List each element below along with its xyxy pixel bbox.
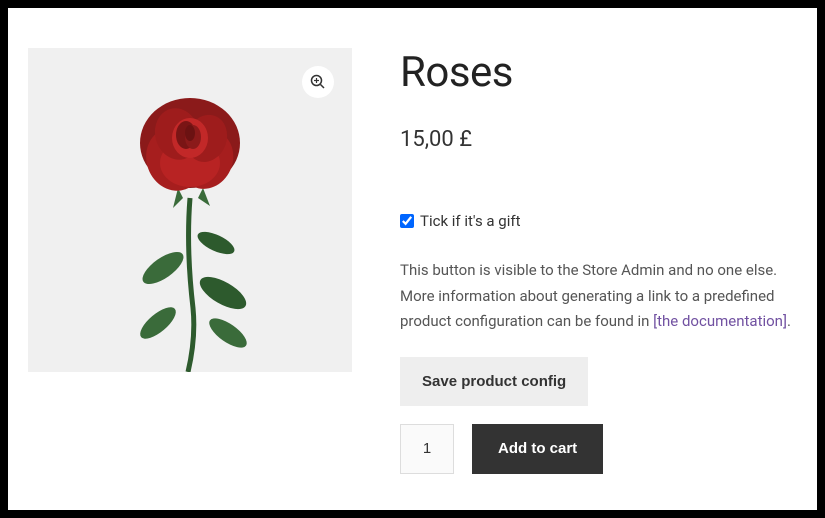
add-to-cart-button[interactable]: Add to cart	[472, 424, 603, 474]
admin-note-after: .	[787, 312, 791, 330]
save-config-button[interactable]: Save product config	[400, 357, 588, 406]
product-price: 15,00 £	[400, 127, 797, 152]
gift-option-row: Tick if it's a gift	[400, 212, 797, 230]
product-page: Roses 15,00 £ Tick if it's a gift This b…	[8, 8, 817, 510]
product-image-container	[28, 48, 352, 372]
cart-row: Add to cart	[400, 424, 797, 474]
gift-checkbox[interactable]	[400, 214, 414, 228]
quantity-input[interactable]	[400, 424, 454, 474]
admin-note: This button is visible to the Store Admi…	[400, 258, 797, 335]
gift-label: Tick if it's a gift	[420, 212, 520, 230]
product-image	[28, 48, 352, 372]
zoom-icon[interactable]	[302, 66, 334, 98]
product-details: Roses 15,00 £ Tick if it's a gift This b…	[400, 48, 797, 510]
documentation-link[interactable]: [the documentation]	[653, 312, 787, 330]
product-title: Roses	[400, 48, 797, 97]
